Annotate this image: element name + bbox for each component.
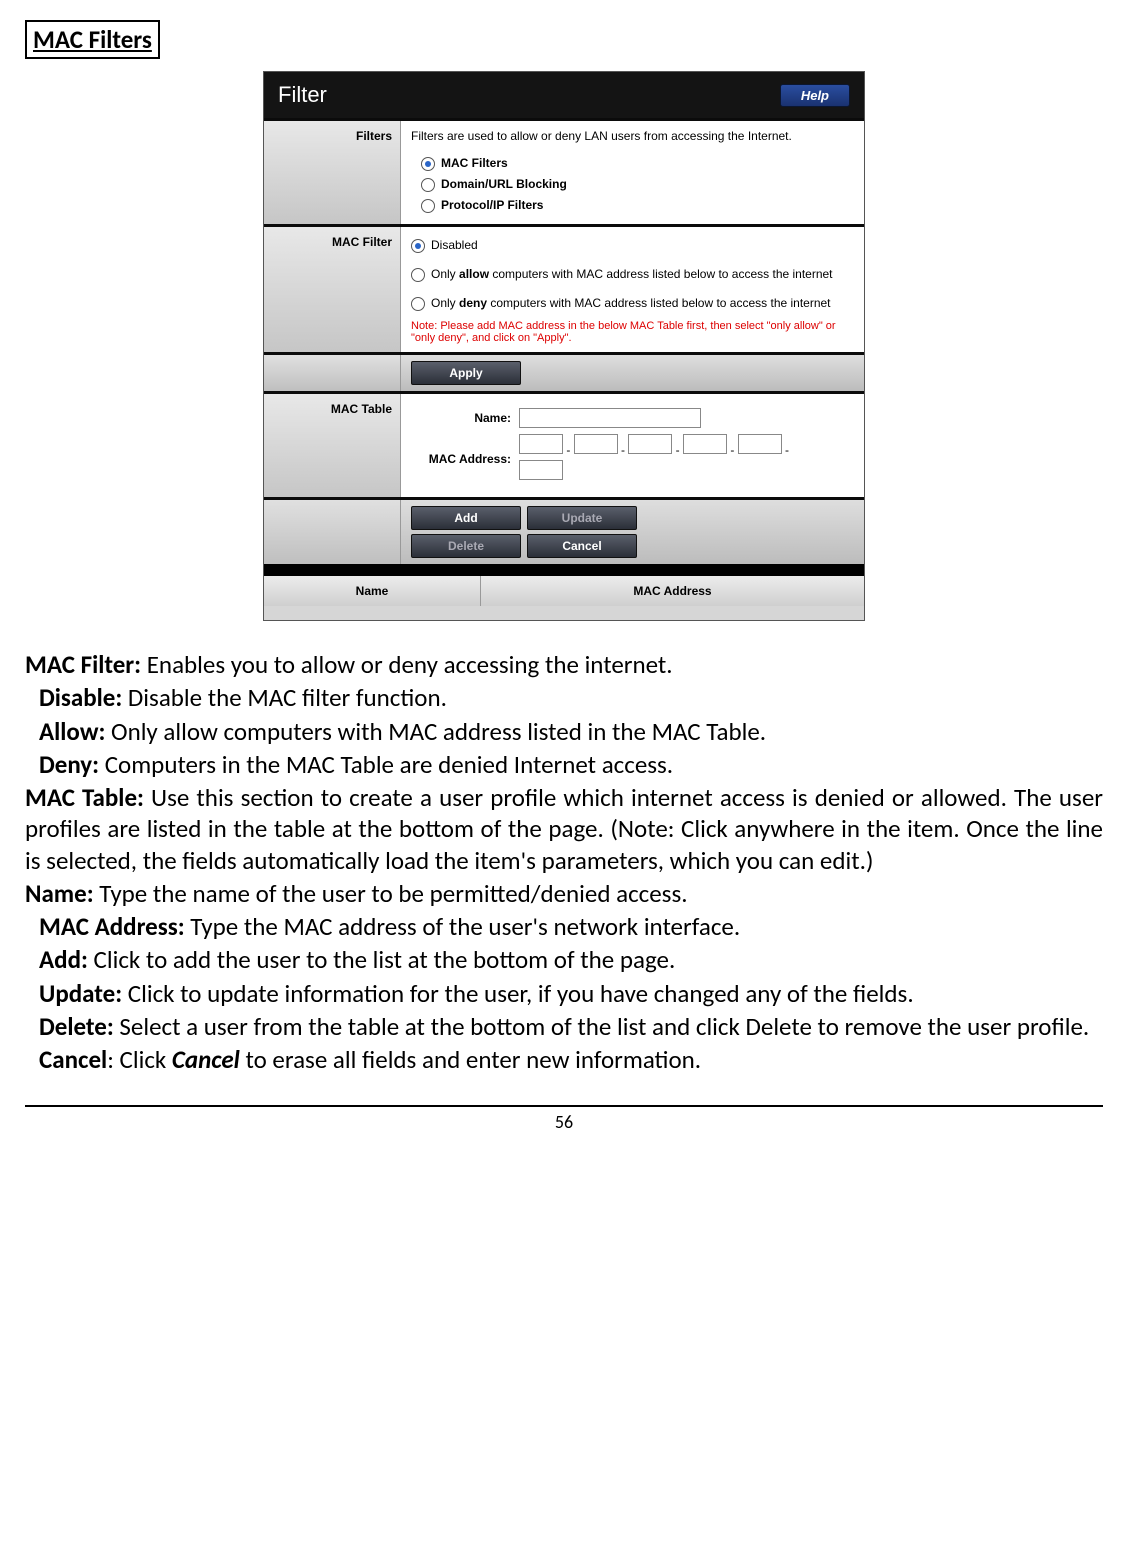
actions-spacer — [264, 500, 401, 564]
desc-cancel-mid: : Click — [107, 1044, 172, 1075]
desc-cancel-text: to erase all fields and enter new inform… — [240, 1044, 701, 1075]
opt-disabled: Disabled — [431, 238, 478, 252]
name-field-label: Name: — [411, 411, 511, 425]
desc-allow-label: Allow: — [39, 716, 105, 747]
desc-delete-label: Delete: — [39, 1011, 114, 1042]
mac-input-2[interactable] — [574, 434, 618, 454]
radio-only-allow[interactable] — [411, 268, 425, 282]
desc-mac-addr-text: Type the MAC address of the user's netwo… — [185, 911, 741, 942]
radio-disabled[interactable] — [411, 239, 425, 253]
desc-cancel-bold: Cancel — [172, 1044, 240, 1075]
opt-only-deny: Only deny computers with MAC address lis… — [431, 296, 831, 310]
apply-button[interactable]: Apply — [411, 361, 521, 385]
filters-label: Filters — [264, 121, 401, 224]
desc-name-text: Type the name of the user to be permitte… — [94, 878, 688, 909]
router-screenshot: Filter Help Filters Filters are used to … — [263, 71, 865, 621]
desc-mac-filter-label: MAC Filter: — [25, 649, 141, 680]
mac-input-1[interactable] — [519, 434, 563, 454]
desc-mac-filter-text: Enables you to allow or deny accessing t… — [141, 649, 673, 680]
desc-disable-text: Disable the MAC filter function. — [122, 682, 447, 713]
desc-add-text: Click to add the user to the list at the… — [88, 944, 675, 975]
mac-address-field-label: MAC Address: — [411, 452, 511, 466]
table-divider — [264, 564, 864, 574]
filters-intro: Filters are used to allow or deny LAN us… — [411, 129, 854, 143]
desc-deny-label: Deny: — [39, 749, 99, 780]
opt-protocol-ip: Protocol/IP Filters — [441, 198, 543, 212]
opt-domain-url: Domain/URL Blocking — [441, 177, 567, 191]
desc-delete-text: Select a user from the table at the bott… — [114, 1011, 1089, 1042]
desc-disable-label: Disable: — [39, 682, 122, 713]
opt-only-allow: Only allow computers with MAC address li… — [431, 267, 833, 281]
help-button[interactable]: Help — [780, 84, 850, 107]
desc-mac-table-text: Use this section to create a user profil… — [25, 782, 1103, 876]
mac-filter-note: Note: Please add MAC address in the belo… — [411, 320, 854, 344]
delete-button[interactable]: Delete — [411, 534, 521, 558]
mac-input-4[interactable] — [683, 434, 727, 454]
desc-deny-text: Computers in the MAC Table are denied In… — [99, 749, 673, 780]
desc-cancel-label: Cancel — [39, 1044, 107, 1075]
desc-allow-text: Only allow computers with MAC address li… — [105, 716, 766, 747]
page-number: 56 — [25, 1105, 1103, 1133]
screenshot-footer — [264, 606, 864, 620]
th-mac-address: MAC Address — [481, 576, 864, 606]
add-button[interactable]: Add — [411, 506, 521, 530]
mac-input-6[interactable] — [519, 460, 563, 480]
window-title: Filter — [278, 82, 327, 108]
mac-input-3[interactable] — [628, 434, 672, 454]
desc-mac-table-label: MAC Table: — [25, 782, 144, 813]
cancel-button[interactable]: Cancel — [527, 534, 637, 558]
th-name: Name — [264, 576, 481, 606]
mac-filter-label: MAC Filter — [264, 227, 401, 352]
name-input[interactable] — [519, 408, 701, 428]
mac-table-label: MAC Table — [264, 394, 401, 497]
section-title: MAC Filters — [25, 20, 160, 59]
opt-mac-filters: MAC Filters — [441, 156, 508, 170]
desc-mac-addr-label: MAC Address: — [39, 911, 185, 942]
radio-only-deny[interactable] — [411, 297, 425, 311]
update-button[interactable]: Update — [527, 506, 637, 530]
radio-mac-filters[interactable] — [421, 157, 435, 171]
mac-table-header: Name MAC Address — [264, 574, 864, 606]
desc-update-label: Update: — [39, 978, 122, 1009]
desc-add-label: Add: — [39, 944, 88, 975]
apply-spacer — [264, 355, 401, 391]
radio-domain-url[interactable] — [421, 178, 435, 192]
desc-name-label: Name: — [25, 878, 94, 909]
desc-update-text: Click to update information for the user… — [122, 978, 914, 1009]
radio-protocol-ip[interactable] — [421, 199, 435, 213]
mac-input-5[interactable] — [738, 434, 782, 454]
